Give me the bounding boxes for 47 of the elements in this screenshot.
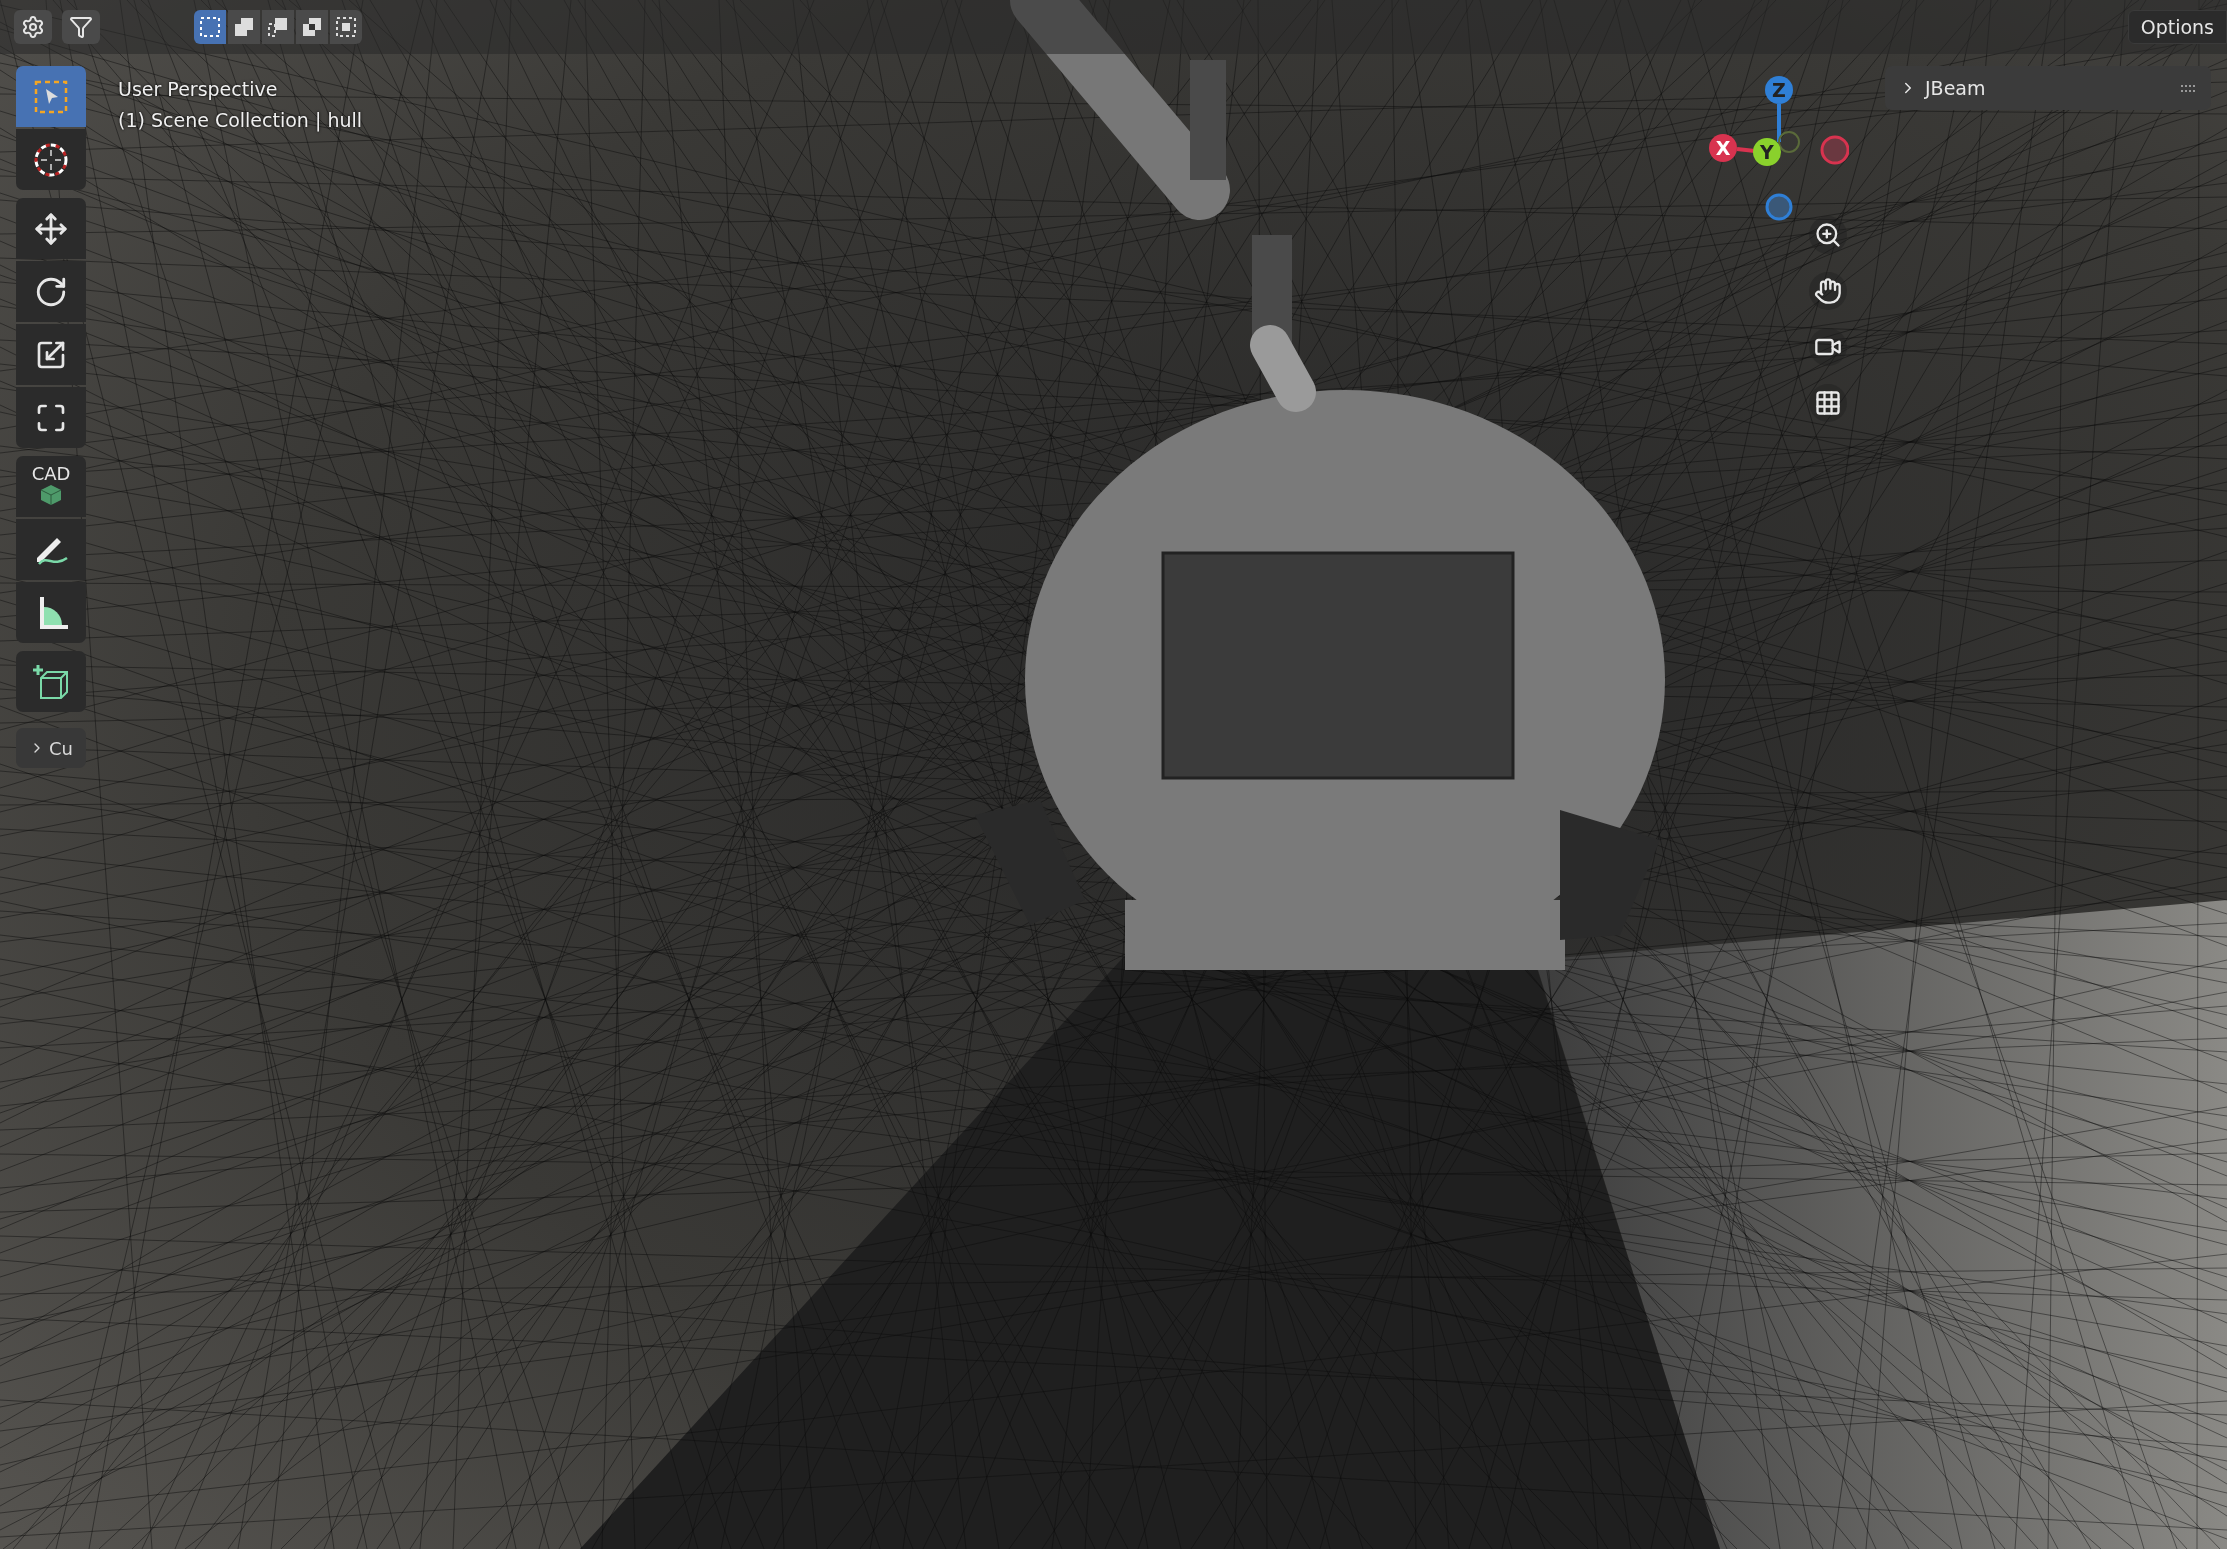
grid-icon xyxy=(1814,389,1842,417)
negative-y-axis-icon[interactable] xyxy=(1778,131,1800,153)
navigation-button[interactable] xyxy=(1809,384,1847,422)
tool-button[interactable]: CAD xyxy=(16,456,86,517)
negative-x-axis-icon[interactable] xyxy=(1820,135,1849,165)
axis-handle[interactable]: X xyxy=(1709,134,1737,162)
hand-icon xyxy=(1814,277,1842,305)
jbeam-panel-header[interactable]: JBeam xyxy=(1885,66,2211,110)
navigation-button[interactable] xyxy=(1809,328,1847,366)
selection-mode-button[interactable] xyxy=(262,10,294,44)
box-extend-icon xyxy=(233,16,255,38)
options-button[interactable]: Options xyxy=(2127,10,2227,44)
tool-button[interactable] xyxy=(16,129,86,190)
filter-button[interactable] xyxy=(62,10,100,44)
negative-z-axis-icon[interactable] xyxy=(1765,193,1793,221)
selection-mode-button[interactable] xyxy=(228,10,260,44)
tool-label: CAD xyxy=(31,464,71,483)
axis-handle[interactable]: Y xyxy=(1753,138,1781,166)
box-subtract-icon xyxy=(267,16,289,38)
select-box-icon xyxy=(33,78,69,115)
tool-button[interactable] xyxy=(16,198,86,259)
axis-line xyxy=(1736,147,1756,153)
viewport-info-text: User Perspective xyxy=(118,78,279,100)
tool-button[interactable] xyxy=(16,582,86,643)
collapsed-panel-button[interactable]: Cu xyxy=(16,728,86,768)
box-intersect-icon xyxy=(335,16,357,38)
navigation-button[interactable] xyxy=(1809,272,1847,310)
box-invert-icon xyxy=(301,16,323,38)
tool-button[interactable] xyxy=(16,651,86,712)
axis-line xyxy=(1777,104,1781,142)
tool-button[interactable] xyxy=(16,519,86,580)
drag-grip-icon xyxy=(2181,84,2197,92)
settings-icon xyxy=(21,15,45,39)
selection-mode-button[interactable] xyxy=(330,10,362,44)
move-icon xyxy=(34,211,68,246)
box-select-icon xyxy=(199,16,221,38)
tool-button[interactable] xyxy=(16,261,86,322)
tool-button[interactable] xyxy=(16,324,86,385)
filter-icon xyxy=(69,15,93,39)
navigation-button[interactable] xyxy=(1809,216,1847,254)
zoom-icon xyxy=(1814,221,1842,249)
selection-mode-button[interactable] xyxy=(194,10,226,44)
tool-button[interactable] xyxy=(16,387,86,448)
selection-mode-button[interactable] xyxy=(296,10,328,44)
viewport-info-text: (1) Scene Collection | hull xyxy=(118,109,363,131)
axis-handle[interactable]: Z xyxy=(1765,76,1793,104)
settings-button[interactable] xyxy=(14,10,52,44)
